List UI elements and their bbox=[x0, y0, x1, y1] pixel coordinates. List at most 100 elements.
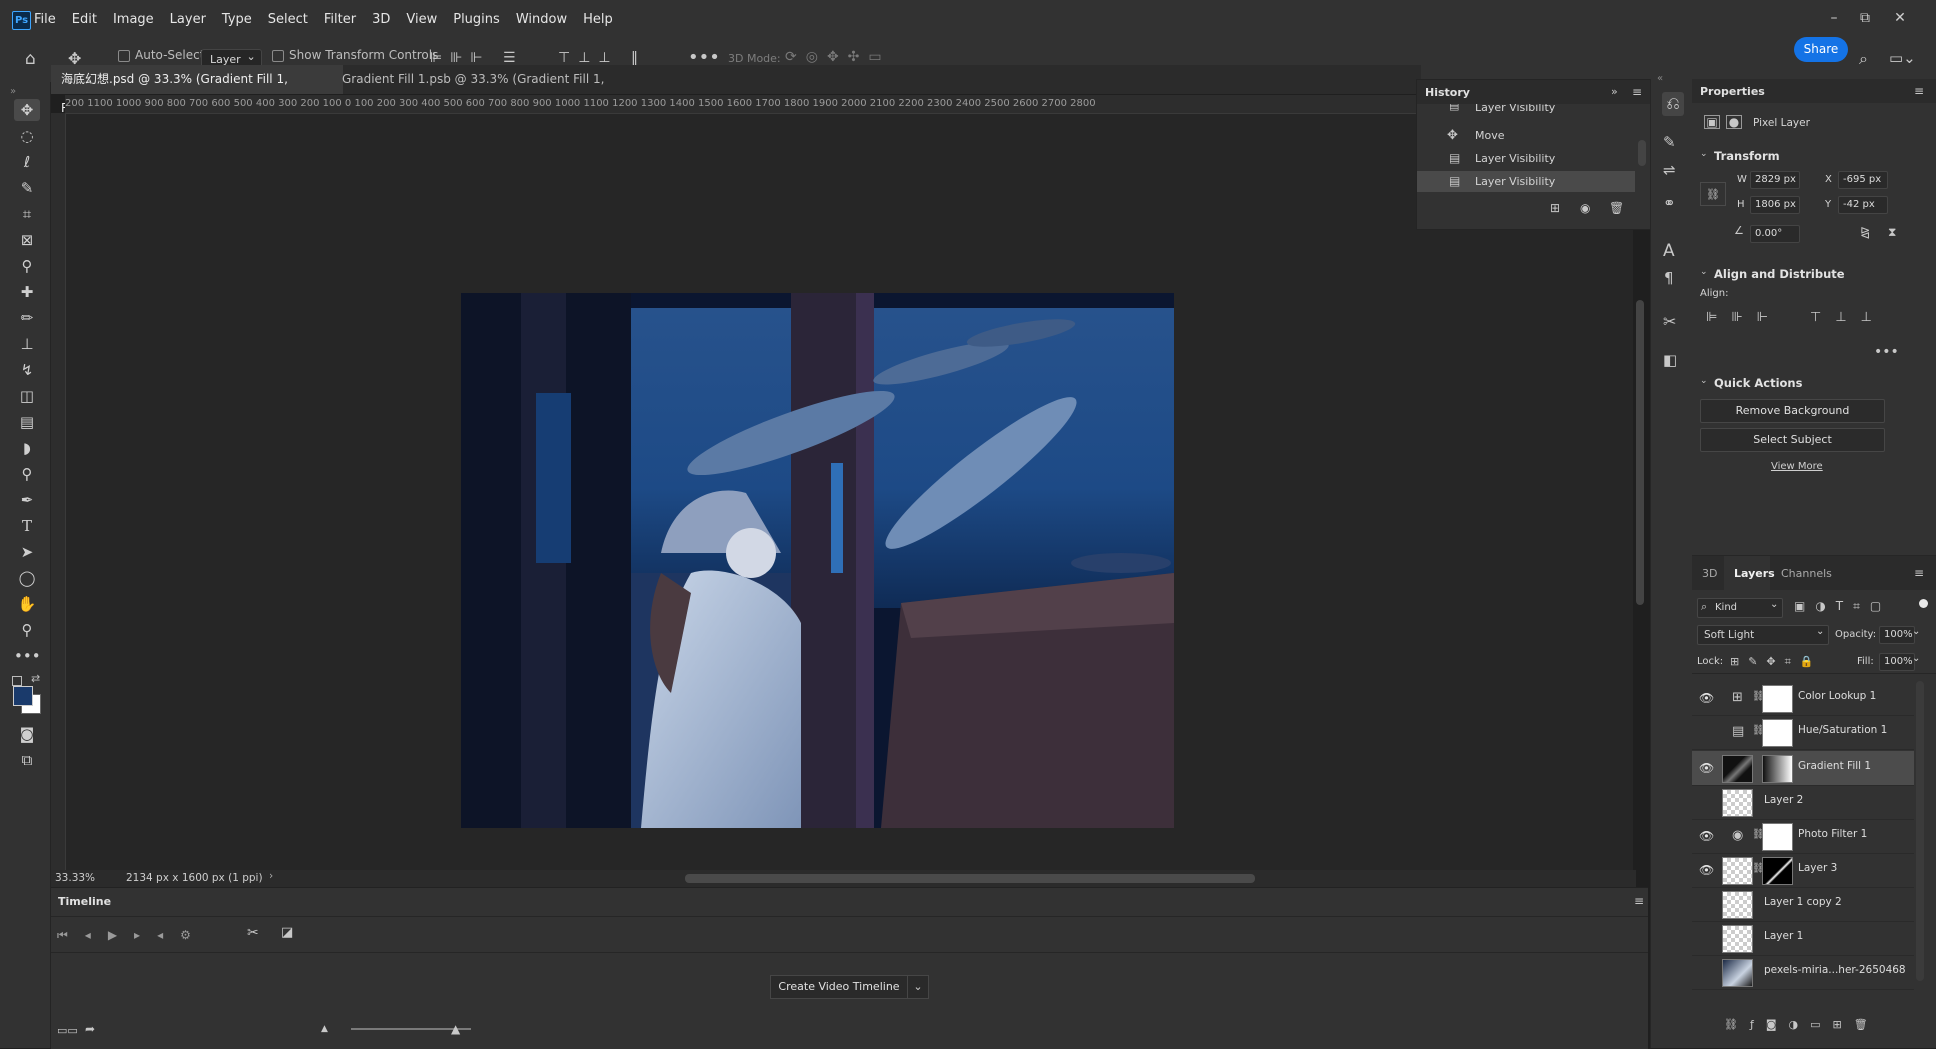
align-buttons[interactable]: ⊫⊪⊩ bbox=[1706, 310, 1782, 325]
horizontal-scrollbar[interactable] bbox=[685, 874, 1255, 883]
brush-tool-icon[interactable]: ✏ bbox=[14, 307, 40, 329]
panel-menu-icon[interactable]: ≡ bbox=[1632, 85, 1642, 99]
hand-tool-icon[interactable]: ✋ bbox=[14, 593, 40, 615]
shape-tool-icon[interactable]: ◯ bbox=[14, 567, 40, 589]
layer-row[interactable]: 👁 ⛓ Layer 3 bbox=[1692, 853, 1914, 888]
type-tool-icon[interactable]: T bbox=[14, 515, 40, 537]
eye-icon[interactable]: 👁 bbox=[1699, 863, 1714, 877]
width-field[interactable]: 2829 px bbox=[1750, 171, 1800, 189]
screen-mode-icon[interactable]: ⧉ bbox=[14, 749, 40, 771]
stamp-tool-icon[interactable]: ⊥ bbox=[14, 333, 40, 355]
menu-filter[interactable]: Filter bbox=[324, 12, 356, 27]
crop-tool-icon[interactable]: ⌗ bbox=[14, 203, 40, 225]
lock-icons[interactable]: ⊞✎✥⌗🔒 bbox=[1730, 655, 1823, 669]
search-icon[interactable]: ⌕ bbox=[1859, 49, 1868, 69]
history-item[interactable]: ✥ Move bbox=[1417, 125, 1635, 146]
view-more-link[interactable]: View More bbox=[1771, 461, 1823, 472]
3d-mode-icons[interactable]: ⟳◎✥✣▭ bbox=[785, 49, 891, 65]
mask-icon[interactable]: ● bbox=[1726, 115, 1742, 129]
panel-menu-icon[interactable]: ≡ bbox=[1634, 894, 1644, 908]
split-icon[interactable]: ✂ bbox=[247, 925, 259, 941]
chevron-down-icon[interactable]: ⌄ bbox=[1912, 626, 1920, 637]
eye-icon[interactable]: 👁 bbox=[1699, 725, 1713, 737]
close-icon[interactable]: ✕ bbox=[1890, 10, 1910, 28]
align-vertical-buttons[interactable]: ⊤⊥⊥ bbox=[1810, 310, 1886, 325]
blur-tool-icon[interactable]: ◗ bbox=[14, 437, 40, 459]
blend-mode-dropdown[interactable]: Soft Light ⌄ bbox=[1697, 625, 1829, 645]
opacity-field[interactable]: 100% bbox=[1879, 626, 1915, 644]
tab-layers[interactable]: Layers bbox=[1734, 567, 1775, 580]
chevron-down-icon[interactable]: ⌄ bbox=[1700, 149, 1708, 159]
menu-select[interactable]: Select bbox=[268, 12, 308, 27]
layer-row[interactable]: 👁 ◉ ⛓ Photo Filter 1 bbox=[1692, 819, 1914, 854]
zoom-tool-icon[interactable]: ⚲ bbox=[14, 619, 40, 641]
menu-3d[interactable]: 3D bbox=[372, 12, 390, 27]
layer-row[interactable]: 👁 ▤ ⛓ Hue/Saturation 1 bbox=[1692, 715, 1914, 750]
more-tools-icon[interactable]: ••• bbox=[14, 645, 41, 667]
layer-row[interactable]: 👁 pexels-miria...her-2650468 bbox=[1692, 955, 1914, 990]
move-tool-icon[interactable]: ✥ bbox=[14, 99, 40, 121]
layer-filter-icons[interactable]: ▣◑T⌗▢ bbox=[1794, 599, 1891, 614]
history-item[interactable]: ▤ Layer Visibility bbox=[1417, 104, 1635, 116]
pen-tool-icon[interactable]: ✒ bbox=[14, 489, 40, 511]
swap-colors-icon[interactable]: ⇄ bbox=[31, 672, 40, 685]
character-icon[interactable]: A bbox=[1663, 241, 1675, 261]
path-select-icon[interactable]: ➤ bbox=[14, 541, 40, 563]
flip-vertical-icon[interactable]: ⧗ bbox=[1888, 225, 1896, 240]
select-subject-button[interactable]: Select Subject bbox=[1700, 428, 1885, 452]
history-scrollbar[interactable] bbox=[1638, 140, 1646, 166]
brush-settings-icon[interactable]: ✎ bbox=[1663, 133, 1676, 151]
quick-mask-icon[interactable]: ◙ bbox=[14, 723, 40, 745]
height-field[interactable]: 1806 px bbox=[1750, 196, 1800, 214]
foreground-color-swatch[interactable] bbox=[13, 686, 33, 706]
transition-icon[interactable]: ◪ bbox=[281, 925, 293, 940]
angle-field[interactable]: 0.00° bbox=[1750, 225, 1800, 243]
link-icon[interactable]: ⛓ bbox=[1700, 182, 1726, 206]
layers-scrollbar[interactable] bbox=[1916, 681, 1924, 981]
tab-document-2[interactable]: Gradient Fill 1.psb @ 33.3% (Gradient Fi… bbox=[332, 65, 652, 115]
zoom-out-icon[interactable]: ▲ bbox=[321, 1024, 328, 1034]
filter-kind-dropdown[interactable]: ⌕ Kind ⌄ bbox=[1697, 598, 1783, 618]
trash-icon[interactable]: 🗑 bbox=[1609, 201, 1624, 215]
layer-row[interactable]: 👁 Layer 1 copy 2 bbox=[1692, 887, 1914, 922]
workspace-icon[interactable]: ▭⌄ bbox=[1889, 49, 1916, 67]
eye-icon[interactable]: 👁 bbox=[1699, 761, 1714, 775]
filter-toggle-icon[interactable] bbox=[1919, 599, 1928, 608]
minimize-icon[interactable]: – bbox=[1824, 10, 1844, 28]
default-colors-icon[interactable] bbox=[12, 676, 22, 686]
status-arrow-icon[interactable]: › bbox=[269, 870, 273, 882]
menu-view[interactable]: View bbox=[406, 12, 437, 27]
camera-icon[interactable]: ◉ bbox=[1580, 201, 1590, 215]
adjustments-icon[interactable]: ⇌ bbox=[1663, 161, 1676, 179]
menu-plugins[interactable]: Plugins bbox=[453, 12, 500, 27]
grid-icon[interactable]: ▭▭ bbox=[57, 1024, 78, 1037]
render-icon[interactable]: ➦ bbox=[85, 1022, 95, 1036]
fill-field[interactable]: 100% bbox=[1879, 653, 1915, 671]
tab-3d[interactable]: 3D bbox=[1702, 567, 1717, 580]
eyedropper-tool-icon[interactable]: ⚲ bbox=[14, 255, 40, 277]
collapse-icon[interactable]: » bbox=[10, 86, 16, 97]
document-image[interactable] bbox=[461, 293, 1174, 828]
tab-channels[interactable]: Channels bbox=[1781, 567, 1832, 580]
eye-icon[interactable]: 👁 bbox=[1699, 795, 1713, 807]
playback-controls[interactable]: ⏮◂▶▸◂⚙ bbox=[57, 928, 208, 943]
timeline-dropdown-icon[interactable]: ⌄ bbox=[907, 975, 929, 999]
remove-background-button[interactable]: Remove Background bbox=[1700, 399, 1885, 423]
menu-image[interactable]: Image bbox=[113, 12, 154, 27]
chevron-down-icon[interactable]: ⌄ bbox=[1700, 267, 1708, 277]
vertical-scrollbar[interactable] bbox=[1636, 300, 1644, 605]
history-item[interactable]: ▤ Layer Visibility bbox=[1417, 148, 1635, 169]
zoom-level[interactable]: 33.33% bbox=[55, 872, 95, 884]
quick-select-tool-icon[interactable]: ✎ bbox=[14, 177, 40, 199]
chevron-down-icon[interactable]: ⌄ bbox=[1700, 376, 1708, 386]
history-item-selected[interactable]: ▤ Layer Visibility bbox=[1417, 171, 1635, 192]
gradient-tool-icon[interactable]: ▤ bbox=[14, 411, 40, 433]
home-icon[interactable]: ⌂ bbox=[25, 49, 36, 69]
healing-brush-icon[interactable]: ✚ bbox=[14, 281, 40, 303]
menu-help[interactable]: Help bbox=[583, 12, 613, 27]
expand-icon[interactable]: » bbox=[1611, 85, 1618, 98]
dodge-tool-icon[interactable]: ⚲ bbox=[14, 463, 40, 485]
tools-presets-icon[interactable]: ✂ bbox=[1663, 312, 1676, 331]
x-field[interactable]: -695 px bbox=[1838, 171, 1888, 189]
eye-icon[interactable]: 👁 bbox=[1699, 931, 1713, 943]
